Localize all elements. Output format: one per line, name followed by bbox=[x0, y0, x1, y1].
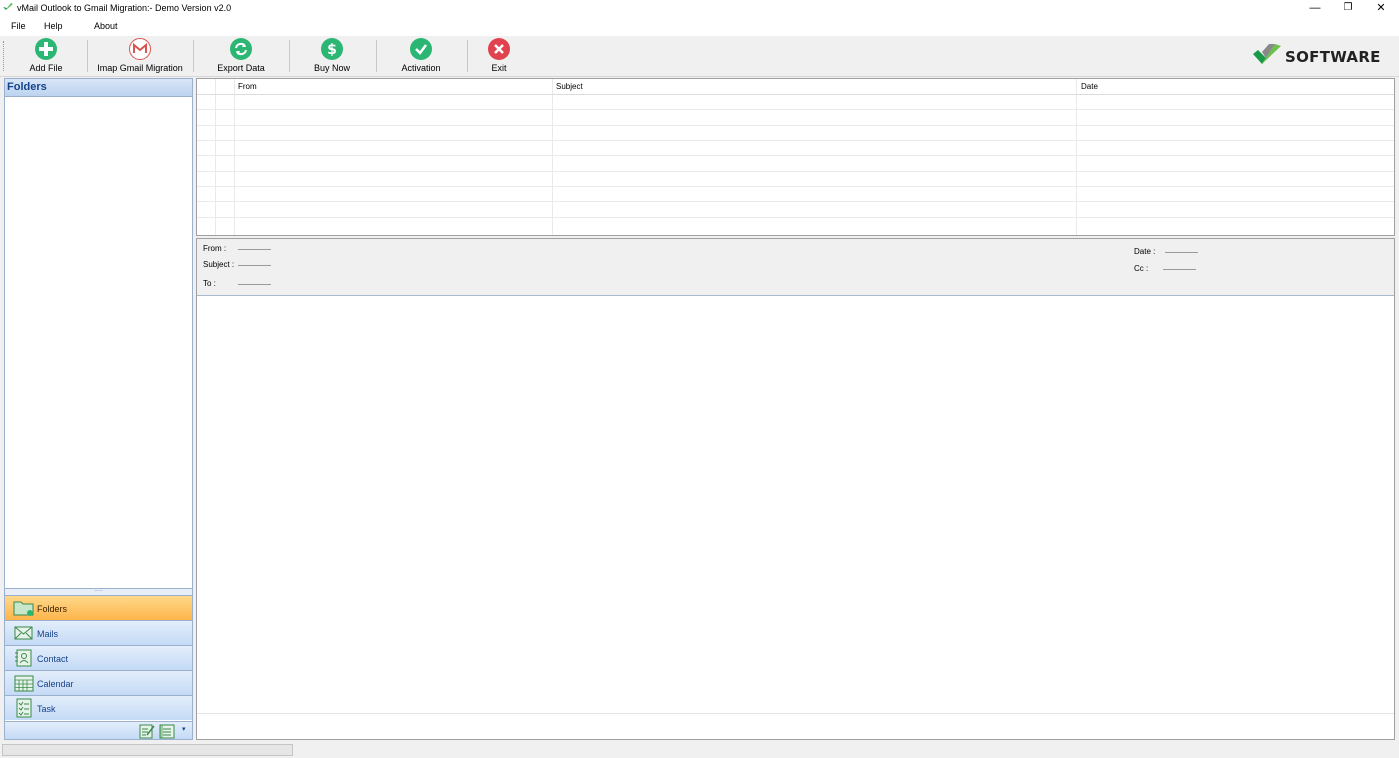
window-title: vMail Outlook to Gmail Migration:- Demo … bbox=[17, 3, 232, 13]
restore-button[interactable]: ❐ bbox=[1333, 0, 1363, 17]
nav-folders[interactable]: Folders bbox=[5, 595, 192, 620]
column-header-date[interactable]: Date bbox=[1081, 82, 1098, 91]
preview-footer-line bbox=[197, 713, 1394, 714]
mail-list-grid[interactable]: From Subject Date bbox=[196, 78, 1395, 236]
chevron-down-icon[interactable]: ▾ bbox=[182, 725, 186, 733]
date-value bbox=[1165, 252, 1198, 253]
grid-row-line bbox=[197, 201, 1394, 202]
subject-label: Subject : bbox=[203, 260, 235, 269]
mail-icon bbox=[14, 626, 33, 640]
buy-now-button[interactable]: $ Buy Now bbox=[311, 38, 353, 74]
menu-help[interactable]: Help bbox=[44, 21, 63, 31]
add-file-button[interactable]: Add File bbox=[26, 38, 66, 74]
toolbar-separator bbox=[376, 40, 377, 72]
cc-value bbox=[1163, 269, 1196, 270]
grid-row-line bbox=[197, 186, 1394, 187]
grid-column-divider bbox=[552, 79, 553, 235]
journal-icon[interactable] bbox=[159, 723, 175, 739]
column-header-from[interactable]: From bbox=[238, 82, 257, 91]
checkmark-icon bbox=[410, 38, 432, 60]
preview-header: From : Subject : To : Date : Cc : bbox=[197, 239, 1394, 296]
to-value bbox=[238, 284, 271, 285]
grid-column-divider bbox=[234, 79, 235, 235]
from-label: From : bbox=[203, 244, 227, 253]
toolbar-separator bbox=[87, 40, 88, 72]
close-button[interactable]: ✕ bbox=[1366, 0, 1396, 17]
brand-logo: SOFTWARE bbox=[1253, 44, 1380, 68]
grid-row-line bbox=[197, 125, 1394, 126]
nav-footer: ▾ bbox=[5, 721, 192, 739]
brand-logo-text: SOFTWARE bbox=[1285, 48, 1381, 66]
contact-icon bbox=[15, 649, 32, 667]
grid-column-divider bbox=[1076, 79, 1077, 235]
grid-row-line bbox=[197, 109, 1394, 110]
menu-about[interactable]: About bbox=[94, 21, 118, 31]
grid-row-line bbox=[197, 155, 1394, 156]
nav-mails[interactable]: Mails bbox=[5, 620, 192, 645]
message-preview-pane: From : Subject : To : Date : Cc : bbox=[196, 238, 1395, 740]
to-label: To : bbox=[203, 279, 216, 288]
close-circle-icon bbox=[488, 38, 510, 60]
progress-bar bbox=[2, 744, 293, 756]
grid-row-line bbox=[197, 94, 1394, 95]
toolbar-separator bbox=[193, 40, 194, 72]
column-header-subject[interactable]: Subject bbox=[556, 82, 583, 91]
exit-button[interactable]: Exit bbox=[487, 38, 511, 74]
grid-row-line bbox=[197, 171, 1394, 172]
title-bar: vMail Outlook to Gmail Migration:- Demo … bbox=[0, 0, 1399, 17]
refresh-icon bbox=[230, 38, 252, 60]
toolbar: Add File Imap Gmail Migration Export Dat… bbox=[0, 36, 1399, 77]
subject-value bbox=[238, 265, 271, 266]
menu-bar: File Help About bbox=[0, 17, 1399, 36]
folder-tree[interactable] bbox=[5, 97, 192, 588]
left-navigation-panel: Folders ..... Folders Mails Contact Cale… bbox=[4, 78, 193, 740]
app-logo-icon bbox=[3, 3, 13, 10]
folders-header: Folders bbox=[5, 79, 192, 97]
nav-task[interactable]: Task bbox=[5, 695, 192, 720]
cc-label: Cc : bbox=[1134, 264, 1149, 273]
toolbar-grip bbox=[3, 41, 5, 71]
from-value bbox=[238, 249, 271, 250]
folder-icon bbox=[13, 601, 34, 616]
add-file-icon bbox=[35, 38, 57, 60]
export-data-button[interactable]: Export Data bbox=[215, 38, 267, 74]
notes-icon[interactable] bbox=[139, 723, 155, 739]
date-label: Date : bbox=[1134, 247, 1156, 256]
menu-file[interactable]: File bbox=[11, 21, 26, 31]
minimize-button[interactable]: — bbox=[1300, 0, 1330, 17]
dollar-icon: $ bbox=[321, 38, 343, 60]
calendar-icon bbox=[14, 675, 34, 692]
nav-calendar[interactable]: Calendar bbox=[5, 670, 192, 695]
grid-row-line bbox=[197, 140, 1394, 141]
toolbar-separator bbox=[289, 40, 290, 72]
brand-logo-icon bbox=[1253, 44, 1281, 64]
svg-text:$: $ bbox=[327, 42, 337, 58]
activation-button[interactable]: Activation bbox=[398, 38, 444, 74]
panel-splitter[interactable]: ..... bbox=[5, 587, 192, 595]
nav-contact[interactable]: Contact bbox=[5, 645, 192, 670]
gmail-icon bbox=[129, 38, 151, 60]
task-icon bbox=[16, 698, 32, 718]
grid-column-divider bbox=[215, 79, 216, 235]
imap-gmail-migration-button[interactable]: Imap Gmail Migration bbox=[96, 38, 184, 74]
toolbar-separator bbox=[467, 40, 468, 72]
grid-row-line bbox=[197, 217, 1394, 218]
